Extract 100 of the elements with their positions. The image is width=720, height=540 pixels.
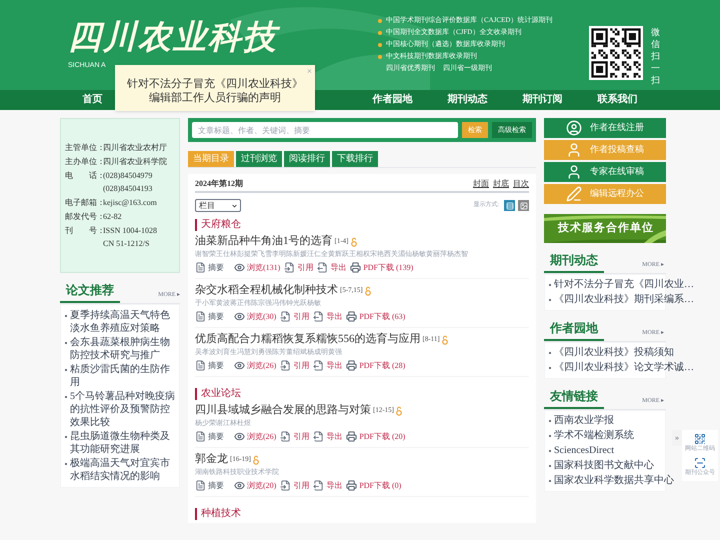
document-arrow-icon <box>313 360 324 371</box>
article-action-link[interactable]: 引用 <box>280 311 310 322</box>
info-label: 电 话： <box>65 170 103 182</box>
article-title[interactable]: 郭金龙 <box>195 452 228 467</box>
article-action-link[interactable]: 摘要 <box>195 431 224 442</box>
article-action-link[interactable]: 浏览(131) <box>234 262 280 273</box>
article-action-link[interactable]: PDF下载 (20) <box>346 431 406 442</box>
eye-icon <box>234 480 245 491</box>
nav-link[interactable]: 期刊动态 <box>430 90 505 110</box>
qr-code-icon <box>694 433 706 445</box>
list-link[interactable]: 《四川农业科技》投稿须知 <box>554 346 674 360</box>
printer-icon <box>350 262 362 273</box>
article-title[interactable]: 杂交水稻全程机械化制种技术 <box>195 283 338 298</box>
article-action-link[interactable]: 摘要 <box>195 262 224 273</box>
chevron-down-icon <box>232 204 237 208</box>
info-label: 刊 号： <box>65 225 103 237</box>
printer-icon <box>346 480 358 491</box>
info-value: kejisc@163.com <box>103 197 157 209</box>
section-title: 天府粮仓 <box>201 218 241 232</box>
article-action-link[interactable]: 引用 <box>280 480 310 491</box>
article-title[interactable]: 油菜新品种牛角油1号的选育 <box>195 234 332 249</box>
list-link[interactable]: 学术不端检测系统 <box>554 429 634 443</box>
nav-link[interactable]: 作者园地 <box>355 90 430 110</box>
service-button[interactable]: 专家在线审稿 <box>544 162 666 182</box>
eye-icon <box>234 311 245 322</box>
article-action-link[interactable]: 导出 <box>313 480 342 491</box>
list-link[interactable]: 极端高温天气对宜宾市水稻结实情况的影响 <box>70 457 175 483</box>
banner-text: 技术服务合作单位 <box>558 221 654 235</box>
tab[interactable]: 过刊浏览 <box>236 151 282 167</box>
article-title[interactable]: 四川县域城乡融合发展的思路与对策 <box>195 403 371 418</box>
article-action-link[interactable]: 引用 <box>284 262 314 273</box>
article-action-link[interactable]: 导出 <box>317 262 346 273</box>
printer-icon <box>346 311 358 322</box>
section-title: 农业论坛 <box>201 386 241 401</box>
article-action-link[interactable]: 浏览(30) <box>234 311 276 322</box>
article-action-link[interactable]: 摘要 <box>195 360 224 371</box>
issue-link[interactable]: 目次 <box>513 178 529 190</box>
article-action-link[interactable]: 导出 <box>313 431 342 442</box>
document-icon <box>195 311 206 322</box>
article-action-link[interactable]: 浏览(20) <box>234 480 276 491</box>
document-arrow-icon <box>317 262 328 273</box>
user-circle-icon <box>566 120 582 136</box>
tab[interactable]: 下载排行 <box>332 151 378 167</box>
column-select[interactable]: 栏目 <box>195 199 241 212</box>
issue-link[interactable]: 封面 <box>473 178 489 190</box>
search-field[interactable]: 文章标题、作者、关键词、摘要 <box>192 122 458 138</box>
tab[interactable]: 阅读排行 <box>284 151 330 167</box>
article-action-link[interactable]: 导出 <box>313 360 342 371</box>
article-action-link[interactable]: PDF下载 (139) <box>350 262 414 273</box>
document-arrow-icon <box>313 311 324 322</box>
list-view-button[interactable] <box>504 200 515 211</box>
service-button[interactable]: 作者在线注册 <box>544 118 666 138</box>
pen-icon <box>566 186 582 202</box>
notice-text: 针对不法分子冒充《四川农业科技》编辑部工作人员行骗的声明 <box>126 77 304 105</box>
list-link[interactable]: 国家科技图书文献中心 <box>554 459 654 473</box>
list-link[interactable]: 针对不法分子冒充《四川农业… <box>554 278 694 292</box>
list-link[interactable]: 夏季持续高温天气特色淡水鱼养殖应对策略 <box>70 309 175 335</box>
list-link[interactable]: 粘质沙雷氏菌的生防作用 <box>70 363 175 389</box>
scan-icon <box>694 457 706 469</box>
article-action-link[interactable]: 摘要 <box>195 311 224 322</box>
picture-view-button[interactable] <box>518 200 529 211</box>
list-link[interactable]: 西南农业学报 <box>554 414 614 428</box>
article-action-link[interactable]: PDF下载 (0) <box>346 480 402 491</box>
list-link[interactable]: 国家农业科学数据共享中心 <box>554 474 674 488</box>
qr-code-icon <box>589 26 643 80</box>
article-action-link[interactable]: 引用 <box>280 360 310 371</box>
article-action-link[interactable]: 浏览(26) <box>234 431 276 442</box>
document-icon <box>195 480 206 491</box>
info-label: 邮发代号： <box>65 211 103 223</box>
issue-title: 2024年第12期 <box>195 178 243 190</box>
logo-title: 四川农业科技 <box>68 18 288 58</box>
document-icon <box>195 431 206 442</box>
issue-link[interactable]: 封底 <box>493 178 509 190</box>
user-icon <box>566 142 582 158</box>
list-link[interactable]: 《四川农业科技》期刊采编系… <box>554 293 694 307</box>
document-arrow-icon <box>280 311 292 322</box>
bullet-icon <box>378 54 382 58</box>
nav-link[interactable]: 联系我们 <box>580 90 655 110</box>
article-action-link[interactable]: PDF下载 (28) <box>346 360 406 371</box>
info-value: 62-82 <box>103 211 122 223</box>
article-action-link[interactable]: 导出 <box>313 311 342 322</box>
document-icon <box>195 262 206 273</box>
document-arrow-icon <box>280 431 292 442</box>
article-action-link[interactable]: 引用 <box>280 431 310 442</box>
article-action-link[interactable]: 摘要 <box>195 480 224 491</box>
list-link[interactable]: 《四川农业科技》论文学术诚… <box>554 361 694 375</box>
article-action-link[interactable]: PDF下载 (63) <box>346 311 406 322</box>
eye-icon <box>234 431 245 442</box>
list-link[interactable]: 5个马铃薯品种对晚疫病的抗性评价及预警防控效果比较 <box>70 390 175 429</box>
printer-icon <box>346 431 358 442</box>
open-access-icon <box>253 454 259 464</box>
collapse-toggle[interactable]: » <box>672 430 682 446</box>
article-title[interactable]: 优质高配合力糯稻恢复系糯恢556的选育与应用 <box>195 332 420 347</box>
nav-link[interactable]: 期刊订阅 <box>505 90 580 110</box>
list-link[interactable]: 会东县蔬菜根肿病生物防控技术研究与推广 <box>70 336 175 362</box>
list-link[interactable]: SciencesDirect <box>554 444 614 458</box>
info-value: ISSN 1004-1028 <box>103 225 158 237</box>
list-link[interactable]: 昆虫肠道微生物种类及其功能研究进展 <box>70 430 175 456</box>
info-value: (028)84504193 <box>103 183 152 195</box>
article-action-link[interactable]: 浏览(26) <box>234 360 276 371</box>
